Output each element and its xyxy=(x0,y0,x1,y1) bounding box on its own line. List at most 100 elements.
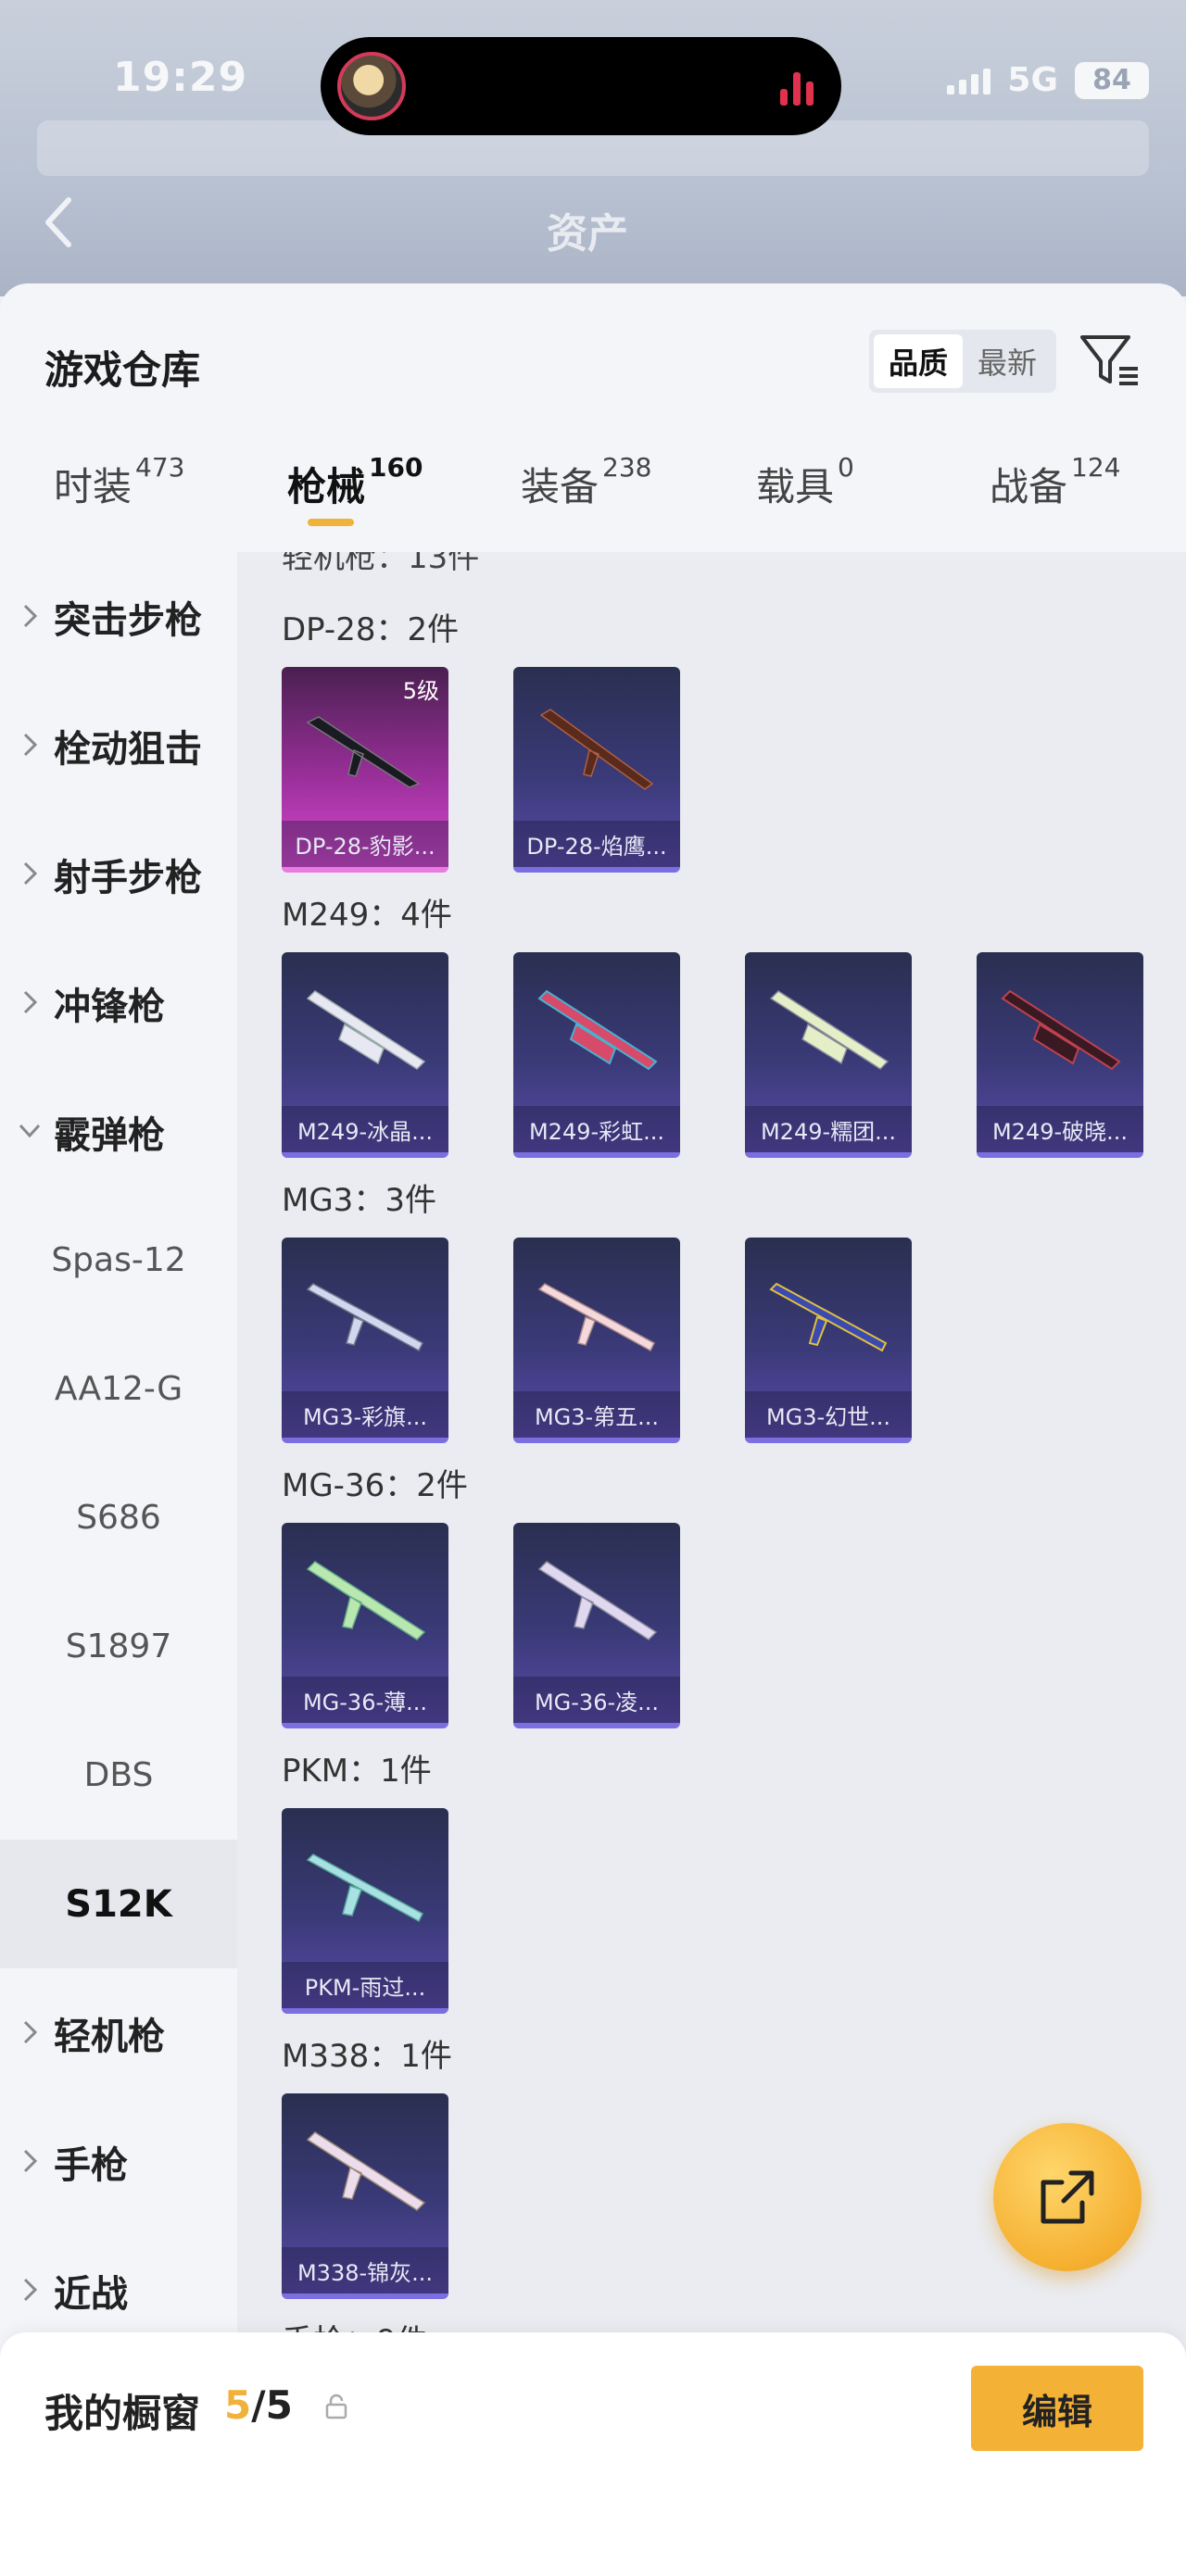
weapon-name: M249-糯团... xyxy=(745,1106,912,1152)
sort-quality-button[interactable]: 品质 xyxy=(874,334,963,388)
sidebar-item-pistol[interactable]: 手枪 xyxy=(0,2097,237,2226)
tab-label: 载具 xyxy=(756,464,835,509)
category-tabs: 时装 473 枪械 160 装备 238 载具 0 战备 124 xyxy=(0,452,1186,548)
gun-image xyxy=(769,1282,888,1352)
sort-newest-button[interactable]: 最新 xyxy=(963,334,1052,388)
group-title: M249：4件 xyxy=(282,897,452,934)
weapon-name: DP-28-豹影... xyxy=(282,821,448,867)
gun-image xyxy=(306,2131,426,2211)
gun-image xyxy=(1001,989,1121,1071)
status-right: 5G 84 xyxy=(947,61,1149,99)
background-title: 资产 xyxy=(547,210,628,258)
tab-label: 装备 xyxy=(521,464,599,509)
sidebar-subitem-dbs[interactable]: DBS xyxy=(0,1711,237,1840)
share-button[interactable] xyxy=(993,2123,1142,2271)
tab-equipment[interactable]: 装备 238 xyxy=(521,452,651,512)
weapon-name: M338-锦灰... xyxy=(282,2247,448,2293)
weapon-name: DP-28-焰鹰... xyxy=(513,821,680,867)
signal-icon xyxy=(947,67,991,94)
gun-image xyxy=(537,1561,658,1640)
sidebar-item-smg[interactable]: 冲锋枪 xyxy=(0,938,237,1067)
weapon-card[interactable]: MG3-第五... xyxy=(513,1238,680,1443)
tab-active-underline xyxy=(308,519,354,526)
weapon-card[interactable]: PKM-雨过... xyxy=(282,1808,448,2014)
network-type: 5G xyxy=(1007,61,1058,99)
gun-image xyxy=(769,990,890,1070)
chevron-right-icon xyxy=(23,2278,38,2302)
sidebar-item-label: 冲锋枪 xyxy=(54,985,165,1028)
weapon-card[interactable]: M249-破晓... xyxy=(977,952,1143,1158)
weapon-name: M249-破晓... xyxy=(977,1106,1143,1152)
weapon-card[interactable]: M249-彩虹... xyxy=(513,952,680,1158)
battery-icon: 84 xyxy=(1075,61,1149,99)
status-time: 19:29 xyxy=(113,54,248,101)
tab-count: 0 xyxy=(838,452,854,483)
share-icon xyxy=(1041,2170,1094,2224)
tab-label: 战备 xyxy=(990,464,1068,509)
group-title: PKM：1件 xyxy=(282,1753,432,1790)
tab-label: 枪械 xyxy=(287,464,366,509)
sidebar-subitem-s1897[interactable]: S1897 xyxy=(0,1582,237,1711)
sidebar-subitem-aa12g[interactable]: AA12-G xyxy=(0,1325,237,1453)
weapon-name: MG-36-薄... xyxy=(282,1677,448,1723)
weapon-card[interactable]: 5级 DP-28-豹影... xyxy=(282,667,448,873)
sidebar-item-label: 突击步枪 xyxy=(54,598,202,642)
tab-guns[interactable]: 枪械 160 xyxy=(287,452,423,512)
tab-count: 238 xyxy=(602,452,652,483)
tab-gear[interactable]: 战备 124 xyxy=(990,452,1120,512)
sidebar-item-bolt-sniper[interactable]: 栓动狙击 xyxy=(0,681,237,810)
tab-count: 473 xyxy=(135,452,185,483)
chevron-down-icon xyxy=(19,1124,41,1138)
sidebar-item-shotgun[interactable]: 霰弹枪 xyxy=(0,1067,237,1196)
weapon-card[interactable]: MG-36-薄... xyxy=(282,1523,448,1728)
gun-image xyxy=(306,1561,426,1640)
sidebar-item-lmg[interactable]: 轻机枪 xyxy=(0,1968,237,2097)
weapon-card[interactable]: MG3-幻世... xyxy=(745,1238,912,1443)
now-playing-avatar xyxy=(337,52,406,120)
sidebar-item-label: 栓动狙击 xyxy=(54,727,202,771)
showcase-total: /5 xyxy=(251,2382,293,2428)
weapon-card[interactable]: MG-36-凌... xyxy=(513,1523,680,1728)
chevron-right-icon xyxy=(23,2149,38,2173)
weapon-card[interactable]: DP-28-焰鹰... xyxy=(513,667,680,873)
tab-fashion[interactable]: 时装 473 xyxy=(54,452,184,512)
gun-image xyxy=(306,1283,423,1352)
sidebar-item-marksman-rifle[interactable]: 射手步枪 xyxy=(0,810,237,938)
chevron-right-icon xyxy=(23,2020,38,2044)
weapon-name: M249-冰晶... xyxy=(282,1106,448,1152)
weapon-name: PKM-雨过... xyxy=(282,1962,448,2008)
sidebar-item-assault-rifle[interactable]: 突击步枪 xyxy=(0,552,237,681)
chevron-right-icon xyxy=(23,733,38,757)
weapon-card[interactable]: M338-锦灰... xyxy=(282,2093,448,2299)
sidebar-subitem-s12k[interactable]: S12K xyxy=(0,1840,237,1968)
filter-icon[interactable] xyxy=(1079,332,1142,391)
gun-image xyxy=(539,709,654,790)
weapon-category-sidebar: 突击步枪 栓动狙击 射手步枪 冲锋枪 霰弹枪 Spas-12 AA12-G S6… xyxy=(0,552,237,2576)
showcase-bar: 我的橱窗 5/5 编辑 xyxy=(0,2332,1186,2576)
edit-button[interactable]: 编辑 xyxy=(971,2366,1143,2451)
showcase-current: 5 xyxy=(224,2382,252,2428)
weapon-card[interactable]: M249-糯团... xyxy=(745,952,912,1158)
sidebar-subitem-spas12[interactable]: Spas-12 xyxy=(0,1196,237,1325)
weapon-card[interactable]: MG3-彩旗... xyxy=(282,1238,448,1443)
weapon-card[interactable]: M249-冰晶... xyxy=(282,952,448,1158)
showcase-label: 我的橱窗 xyxy=(44,2391,201,2436)
sidebar-subitem-s686[interactable]: S686 xyxy=(0,1453,237,1582)
group-title: DP-28：2件 xyxy=(282,611,460,648)
sidebar-item-label: 轻机枪 xyxy=(54,2015,165,2058)
lock-icon xyxy=(325,2394,347,2419)
sort-toggle: 品质 最新 xyxy=(869,330,1056,393)
tab-vehicles[interactable]: 载具 0 xyxy=(756,452,854,512)
weapon-name: MG3-彩旗... xyxy=(282,1391,448,1438)
weapon-name: M249-彩虹... xyxy=(513,1106,680,1152)
weapon-name: MG3-幻世... xyxy=(745,1391,912,1438)
chevron-right-icon xyxy=(23,604,38,628)
gun-image xyxy=(537,989,658,1071)
showcase-count: 5/5 xyxy=(224,2382,293,2428)
weapon-name: MG-36-凌... xyxy=(513,1677,680,1723)
sidebar-item-label: 手枪 xyxy=(54,2143,128,2187)
back-arrow-icon[interactable] xyxy=(41,195,78,250)
sidebar-item-label: 近战 xyxy=(54,2272,128,2316)
tab-count: 124 xyxy=(1071,452,1121,483)
group-title: M338：1件 xyxy=(282,2038,452,2075)
